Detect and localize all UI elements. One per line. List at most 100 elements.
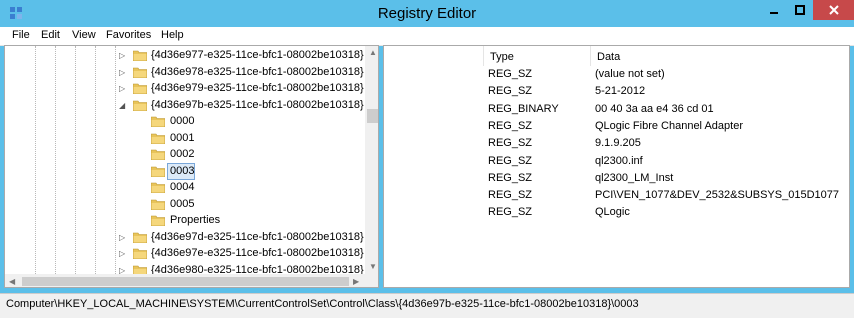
status-path: Computer\HKEY_LOCAL_MACHINE\SYSTEM\Curre… [6,298,639,310]
scroll-up-icon[interactable]: ▲ [369,48,377,57]
folder-icon [133,232,147,243]
close-icon [828,5,839,15]
registry-tree-pane[interactable]: ▷ {4d36e977-e325-11ce-bfc1-08002be10318} ▷… [4,45,379,288]
tree-node-label: {4d36e980-e325-11ce-bfc1-08002be10318} [151,263,364,275]
value-row[interactable]: REG_SZ PCI\VEN_1077&DEV_2532&SUBSYS_015D1… [384,187,849,204]
expand-arrow-icon[interactable]: ▷ [119,266,128,275]
tree-node-label: 0003 [170,164,195,177]
menu-favorites[interactable]: Favorites [106,29,151,41]
value-type: REG_SZ [488,189,533,202]
tree-node[interactable]: ▷ {4d36e978-e325-11ce-bfc1-08002be10318} [5,64,365,81]
tree-node-label: 0000 [170,115,195,127]
tree-node[interactable]: Properties [5,212,365,229]
tree-horizontal-scrollbar[interactable]: ◀ ▶ [5,274,365,287]
column-header-type[interactable]: Type [484,46,591,66]
tree-node-label: {4d36e97e-e325-11ce-bfc1-08002be10318} [151,247,364,259]
tree-node[interactable]: ▷ {4d36e980-e325-11ce-bfc1-08002be10318} [5,262,365,275]
folder-icon [133,50,147,61]
title-bar: Registry Editor [0,0,854,27]
tree-node-label: {4d36e979-e325-11ce-bfc1-08002be10318} [151,82,364,94]
expand-arrow-icon[interactable]: ▷ [119,84,128,93]
folder-icon [151,182,165,193]
value-data: ql2300.inf [595,154,643,167]
folder-icon [151,166,165,177]
value-row[interactable]: REG_BINARY 00 40 3a aa e4 36 cd 01 [384,101,849,118]
value-row[interactable]: REG_SZ QLogic [384,204,849,221]
folder-icon [151,215,165,226]
tree-vertical-scrollbar[interactable]: ▲ ▼ [365,46,378,274]
tree-node[interactable]: 0001 [5,130,365,147]
maximize-button[interactable] [787,0,813,20]
tree-node-label: Properties [170,214,221,226]
value-data: ql2300_LM_Inst [595,171,674,184]
expand-arrow-icon[interactable]: ▷ [119,233,128,242]
tree-view[interactable]: ▷ {4d36e977-e325-11ce-bfc1-08002be10318} ▷… [5,46,365,274]
menu-file[interactable]: File [12,29,30,41]
tree-node[interactable]: ◢ {4d36e97b-e325-11ce-bfc1-08002be10318} [5,97,365,114]
tree-node[interactable]: 0003 [5,162,365,180]
value-row[interactable]: REG_SZ ql2300.inf [384,153,849,170]
tree-vertical-scroll-thumb[interactable] [367,109,378,123]
menu-bar: File Edit View Favorites Help [0,27,854,46]
tree-node[interactable]: 0004 [5,179,365,196]
menu-edit[interactable]: Edit [41,29,60,41]
tree-node-label: 0001 [170,131,195,144]
folder-icon [133,100,147,111]
tree-node-label: 0004 [170,181,195,193]
scroll-right-icon[interactable]: ▶ [353,277,359,286]
value-type: REG_SZ [488,85,533,98]
value-row[interactable]: REG_SZ ql2300_LM_Inst [384,170,849,187]
tree-node[interactable]: ▷ {4d36e979-e325-11ce-bfc1-08002be10318} [5,80,365,97]
value-data: 9.1.9.205 [595,137,641,150]
registry-editor-window: Registry Editor File Edit View Favorites… [0,0,854,318]
menu-view[interactable]: View [72,29,96,41]
value-type: REG_SZ [488,154,533,167]
value-type: REG_SZ [488,119,533,132]
maximize-icon [795,5,805,15]
scroll-left-icon[interactable]: ◀ [9,277,15,286]
expand-arrow-icon[interactable]: ▷ [119,51,128,60]
tree-node[interactable]: ▷ {4d36e97d-e325-11ce-bfc1-08002be10318} [5,229,365,246]
value-row[interactable]: REG_SZ 9.1.9.205 [384,135,849,152]
expand-arrow-icon[interactable]: ▷ [119,249,128,258]
registry-values-pane[interactable]: Type Data REG_SZ (value not set) REG_SZ 5-2… [383,45,850,288]
window-title: Registry Editor [377,5,477,22]
scroll-down-icon[interactable]: ▼ [369,262,377,271]
status-bar: Computer\HKEY_LOCAL_MACHINE\SYSTEM\Curre… [0,293,854,318]
menu-help[interactable]: Help [161,29,184,41]
value-data: QLogic Fibre Channel Adapter [595,119,743,132]
expand-arrow-icon[interactable]: ▷ [119,68,128,77]
value-data: PCI\VEN_1077&DEV_2532&SUBSYS_015D1077 [595,189,839,202]
tree-node[interactable]: ▷ {4d36e97e-e325-11ce-bfc1-08002be10318} [5,245,365,262]
value-row[interactable]: REG_SZ QLogic Fibre Channel Adapter [384,118,849,135]
minimize-button[interactable] [761,0,787,20]
value-type: REG_SZ [488,171,533,184]
value-type: REG_SZ [488,68,533,80]
close-button[interactable] [813,0,854,20]
value-type: REG_SZ [488,137,533,150]
tree-node-label: {4d36e977-e325-11ce-bfc1-08002be10318} [151,49,364,61]
tree-node[interactable]: 0005 [5,196,365,213]
value-type: REG_SZ [488,206,533,219]
folder-icon [151,116,165,127]
tree-node[interactable]: 0002 [5,146,365,163]
column-header-type-label: Type [490,51,514,63]
minimize-icon [770,12,778,14]
tree-horizontal-scroll-thumb[interactable] [22,277,349,286]
folder-icon [151,149,165,160]
folder-icon [133,83,147,94]
tree-node-label: {4d36e97b-e325-11ce-bfc1-08002be10318} [151,98,364,111]
tree-node[interactable]: 0000 [5,113,365,130]
collapse-arrow-icon[interactable]: ◢ [119,101,128,110]
value-row[interactable]: REG_SZ (value not set) [384,66,849,83]
tree-node-label: 0002 [170,148,195,160]
value-data: (value not set) [595,68,665,80]
tree-node[interactable]: ▷ {4d36e977-e325-11ce-bfc1-08002be10318} [5,47,365,64]
value-type: REG_BINARY [488,102,559,115]
scrollbar-corner [365,274,378,287]
column-header-name[interactable] [384,46,484,66]
value-data: QLogic [595,206,630,219]
column-header-data-label: Data [597,51,621,63]
value-row[interactable]: REG_SZ 5-21-2012 [384,83,849,100]
column-header-data[interactable]: Data [591,46,849,66]
